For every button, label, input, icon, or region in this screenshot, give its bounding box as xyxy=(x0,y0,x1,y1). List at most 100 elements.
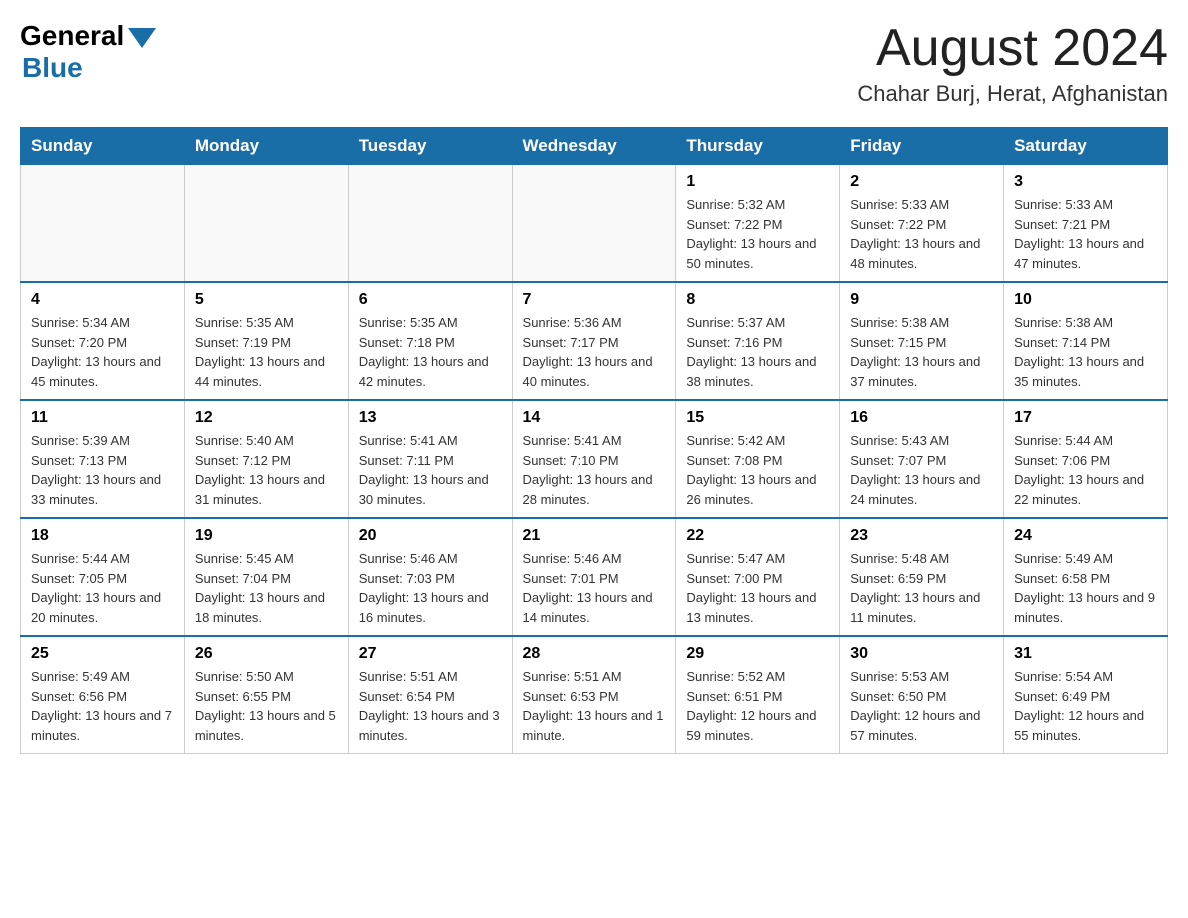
day-info: Sunrise: 5:38 AMSunset: 7:15 PMDaylight:… xyxy=(850,313,993,391)
calendar-day-cell xyxy=(512,165,676,283)
day-info: Sunrise: 5:41 AMSunset: 7:11 PMDaylight:… xyxy=(359,431,502,509)
calendar-day-cell: 2 Sunrise: 5:33 AMSunset: 7:22 PMDaylight… xyxy=(840,165,1004,283)
calendar-week-row: 11 Sunrise: 5:39 AMSunset: 7:13 PMDayligh… xyxy=(21,400,1168,518)
calendar-day-cell xyxy=(21,165,185,283)
day-number: 27 xyxy=(359,645,502,663)
day-info: Sunrise: 5:44 AMSunset: 7:06 PMDaylight:… xyxy=(1014,431,1157,509)
day-info: Sunrise: 5:47 AMSunset: 7:00 PMDaylight:… xyxy=(686,549,829,627)
month-year-title: August 2024 xyxy=(857,20,1168,77)
day-info: Sunrise: 5:42 AMSunset: 7:08 PMDaylight:… xyxy=(686,431,829,509)
calendar-week-row: 18 Sunrise: 5:44 AMSunset: 7:05 PMDayligh… xyxy=(21,518,1168,636)
calendar-header-row: SundayMondayTuesdayWednesdayThursdayFrid… xyxy=(21,128,1168,165)
calendar-day-cell: 10Sunrise: 5:38 AMSunset: 7:14 PMDayligh… xyxy=(1004,282,1168,400)
day-info: Sunrise: 5:40 AMSunset: 7:12 PMDaylight:… xyxy=(195,431,338,509)
day-number: 10 xyxy=(1014,291,1157,309)
day-info: Sunrise: 5:50 AMSunset: 6:55 PMDaylight:… xyxy=(195,667,338,745)
day-number: 15 xyxy=(686,409,829,427)
calendar-day-cell: 6Sunrise: 5:35 AMSunset: 7:18 PMDaylight… xyxy=(348,282,512,400)
calendar-day-cell: 9 Sunrise: 5:38 AMSunset: 7:15 PMDaylight… xyxy=(840,282,1004,400)
day-info: Sunrise: 5:44 AMSunset: 7:05 PMDaylight:… xyxy=(31,549,174,627)
calendar-day-header: Friday xyxy=(840,128,1004,165)
day-number: 4 xyxy=(31,291,174,309)
day-number: 22 xyxy=(686,527,829,545)
calendar-day-cell: 27 Sunrise: 5:51 AMSunset: 6:54 PMDayligh… xyxy=(348,636,512,754)
calendar-day-header: Wednesday xyxy=(512,128,676,165)
calendar-day-cell xyxy=(348,165,512,283)
day-number: 18 xyxy=(31,527,174,545)
day-number: 19 xyxy=(195,527,338,545)
day-info: Sunrise: 5:46 AMSunset: 7:03 PMDaylight:… xyxy=(359,549,502,627)
logo-blue-text: Blue xyxy=(22,52,83,84)
calendar-week-row: 4 Sunrise: 5:34 AMSunset: 7:20 PMDaylight… xyxy=(21,282,1168,400)
title-section: August 2024 Chahar Burj, Herat, Afghanis… xyxy=(857,20,1168,107)
day-number: 7 xyxy=(523,291,666,309)
calendar-day-cell: 15 Sunrise: 5:42 AMSunset: 7:08 PMDayligh… xyxy=(676,400,840,518)
day-number: 14 xyxy=(523,409,666,427)
day-info: Sunrise: 5:51 AMSunset: 6:54 PMDaylight:… xyxy=(359,667,502,745)
day-info: Sunrise: 5:45 AMSunset: 7:04 PMDaylight:… xyxy=(195,549,338,627)
day-info: Sunrise: 5:41 AMSunset: 7:10 PMDaylight:… xyxy=(523,431,666,509)
calendar-day-cell: 8 Sunrise: 5:37 AMSunset: 7:16 PMDaylight… xyxy=(676,282,840,400)
day-info: Sunrise: 5:52 AMSunset: 6:51 PMDaylight:… xyxy=(686,667,829,745)
day-number: 8 xyxy=(686,291,829,309)
day-info: Sunrise: 5:54 AMSunset: 6:49 PMDaylight:… xyxy=(1014,667,1157,745)
calendar-day-cell: 21Sunrise: 5:46 AMSunset: 7:01 PMDayligh… xyxy=(512,518,676,636)
day-number: 5 xyxy=(195,291,338,309)
calendar-table: SundayMondayTuesdayWednesdayThursdayFrid… xyxy=(20,127,1168,754)
logo-arrow-icon xyxy=(128,28,156,48)
logo: General Blue xyxy=(20,20,156,84)
day-info: Sunrise: 5:39 AMSunset: 7:13 PMDaylight:… xyxy=(31,431,174,509)
calendar-day-cell: 23Sunrise: 5:48 AMSunset: 6:59 PMDayligh… xyxy=(840,518,1004,636)
day-number: 24 xyxy=(1014,527,1157,545)
calendar-day-cell: 29Sunrise: 5:52 AMSunset: 6:51 PMDayligh… xyxy=(676,636,840,754)
calendar-day-header: Saturday xyxy=(1004,128,1168,165)
day-number: 11 xyxy=(31,409,174,427)
calendar-day-cell: 25 Sunrise: 5:49 AMSunset: 6:56 PMDayligh… xyxy=(21,636,185,754)
calendar-day-cell: 17Sunrise: 5:44 AMSunset: 7:06 PMDayligh… xyxy=(1004,400,1168,518)
calendar-day-cell: 16 Sunrise: 5:43 AMSunset: 7:07 PMDayligh… xyxy=(840,400,1004,518)
calendar-day-cell: 28Sunrise: 5:51 AMSunset: 6:53 PMDayligh… xyxy=(512,636,676,754)
day-info: Sunrise: 5:49 AMSunset: 6:58 PMDaylight:… xyxy=(1014,549,1157,627)
calendar-day-cell: 31 Sunrise: 5:54 AMSunset: 6:49 PMDayligh… xyxy=(1004,636,1168,754)
calendar-day-cell: 12Sunrise: 5:40 AMSunset: 7:12 PMDayligh… xyxy=(184,400,348,518)
day-info: Sunrise: 5:46 AMSunset: 7:01 PMDaylight:… xyxy=(523,549,666,627)
day-info: Sunrise: 5:49 AMSunset: 6:56 PMDaylight:… xyxy=(31,667,174,745)
logo-general-text: General xyxy=(20,20,124,52)
location-subtitle: Chahar Burj, Herat, Afghanistan xyxy=(857,81,1168,107)
calendar-day-cell: 20 Sunrise: 5:46 AMSunset: 7:03 PMDayligh… xyxy=(348,518,512,636)
calendar-day-cell: 19 Sunrise: 5:45 AMSunset: 7:04 PMDayligh… xyxy=(184,518,348,636)
day-number: 31 xyxy=(1014,645,1157,663)
calendar-week-row: 1Sunrise: 5:32 AMSunset: 7:22 PMDaylight… xyxy=(21,165,1168,283)
calendar-day-cell: 7 Sunrise: 5:36 AMSunset: 7:17 PMDaylight… xyxy=(512,282,676,400)
calendar-day-cell: 22 Sunrise: 5:47 AMSunset: 7:00 PMDayligh… xyxy=(676,518,840,636)
day-info: Sunrise: 5:36 AMSunset: 7:17 PMDaylight:… xyxy=(523,313,666,391)
calendar-week-row: 25 Sunrise: 5:49 AMSunset: 6:56 PMDayligh… xyxy=(21,636,1168,754)
day-number: 16 xyxy=(850,409,993,427)
day-info: Sunrise: 5:33 AMSunset: 7:22 PMDaylight:… xyxy=(850,195,993,273)
calendar-day-header: Thursday xyxy=(676,128,840,165)
day-info: Sunrise: 5:35 AMSunset: 7:19 PMDaylight:… xyxy=(195,313,338,391)
day-number: 25 xyxy=(31,645,174,663)
day-number: 28 xyxy=(523,645,666,663)
calendar-day-header: Sunday xyxy=(21,128,185,165)
day-info: Sunrise: 5:48 AMSunset: 6:59 PMDaylight:… xyxy=(850,549,993,627)
day-info: Sunrise: 5:43 AMSunset: 7:07 PMDaylight:… xyxy=(850,431,993,509)
calendar-day-cell: 13Sunrise: 5:41 AMSunset: 7:11 PMDayligh… xyxy=(348,400,512,518)
day-number: 6 xyxy=(359,291,502,309)
calendar-day-cell: 26Sunrise: 5:50 AMSunset: 6:55 PMDayligh… xyxy=(184,636,348,754)
calendar-day-header: Tuesday xyxy=(348,128,512,165)
day-info: Sunrise: 5:53 AMSunset: 6:50 PMDaylight:… xyxy=(850,667,993,745)
day-number: 3 xyxy=(1014,173,1157,191)
day-info: Sunrise: 5:37 AMSunset: 7:16 PMDaylight:… xyxy=(686,313,829,391)
calendar-day-cell: 1Sunrise: 5:32 AMSunset: 7:22 PMDaylight… xyxy=(676,165,840,283)
day-number: 30 xyxy=(850,645,993,663)
calendar-day-cell: 18 Sunrise: 5:44 AMSunset: 7:05 PMDayligh… xyxy=(21,518,185,636)
day-number: 20 xyxy=(359,527,502,545)
page-header: General Blue August 2024 Chahar Burj, He… xyxy=(20,20,1168,107)
day-info: Sunrise: 5:34 AMSunset: 7:20 PMDaylight:… xyxy=(31,313,174,391)
calendar-day-cell xyxy=(184,165,348,283)
day-number: 2 xyxy=(850,173,993,191)
calendar-day-cell: 5 Sunrise: 5:35 AMSunset: 7:19 PMDaylight… xyxy=(184,282,348,400)
calendar-day-cell: 24 Sunrise: 5:49 AMSunset: 6:58 PMDayligh… xyxy=(1004,518,1168,636)
day-number: 9 xyxy=(850,291,993,309)
